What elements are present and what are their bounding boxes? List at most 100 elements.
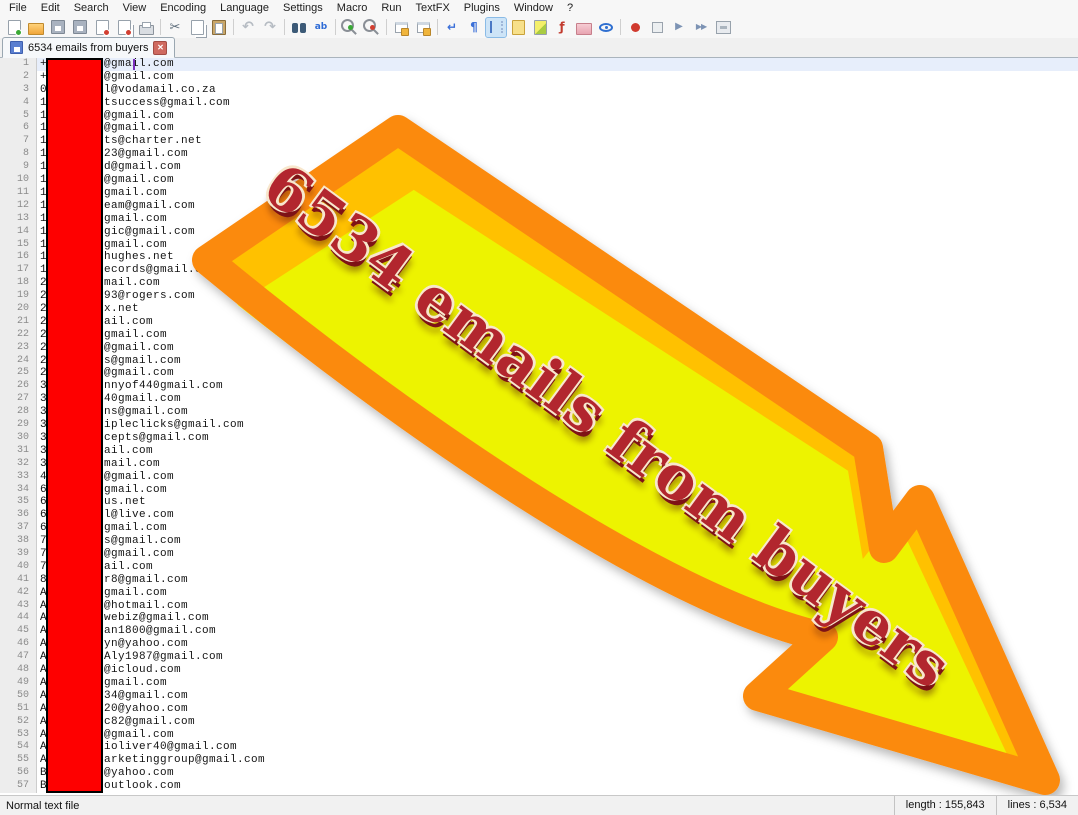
show-all-characters-icon[interactable]: ¶ (464, 18, 484, 37)
menu-run[interactable]: Run (374, 0, 408, 16)
editor-line[interactable]: 51@gmail.com (0, 110, 1078, 123)
close-icon[interactable] (92, 18, 112, 37)
editor-line[interactable]: 27340gmail.com (0, 393, 1078, 406)
sync-vertical-scroll-icon[interactable] (391, 18, 411, 37)
editor-line[interactable]: 346gmail.com (0, 484, 1078, 497)
show-indent-guide-icon[interactable] (486, 18, 506, 37)
monitoring-icon[interactable] (596, 18, 616, 37)
open-file-icon[interactable] (26, 18, 46, 37)
editor-line[interactable]: 91d@gmail.com (0, 161, 1078, 174)
macro-stop-icon[interactable] (647, 18, 667, 37)
editor-line[interactable]: 41tsuccess@gmail.com (0, 97, 1078, 110)
menu-edit[interactable]: Edit (34, 0, 67, 16)
function-list-icon[interactable]: ƒ (552, 18, 572, 37)
editor-line[interactable]: 212ail.com (0, 316, 1078, 329)
editor-line[interactable]: 42Agmail.com (0, 587, 1078, 600)
editor-line[interactable]: 8123@gmail.com (0, 148, 1078, 161)
editor-line[interactable]: 121eam@gmail.com (0, 200, 1078, 213)
editor-line[interactable]: 61@gmail.com (0, 122, 1078, 135)
tab-close-icon[interactable]: ✕ (153, 41, 167, 55)
editor-line[interactable]: 30l@vodamail.co.za (0, 84, 1078, 97)
editor-line[interactable]: 48A@icloud.com (0, 664, 1078, 677)
editor-line[interactable]: 323mail.com (0, 458, 1078, 471)
editor-line[interactable]: 1+@gmail.com (0, 58, 1078, 71)
editor-line[interactable]: 56B@yahoo.com (0, 767, 1078, 780)
editor-line[interactable]: 54Aioliver40@gmail.com (0, 741, 1078, 754)
editor-line[interactable]: 43A@hotmail.com (0, 600, 1078, 613)
menu-textfx[interactable]: TextFX (409, 0, 457, 16)
doc-switcher-icon[interactable] (508, 18, 528, 37)
editor-line[interactable]: 55Aarketinggroup@gmail.com (0, 754, 1078, 767)
editor-line[interactable]: 387s@gmail.com (0, 535, 1078, 548)
editor-line[interactable]: 313ail.com (0, 445, 1078, 458)
redo-icon[interactable]: ↷ (260, 18, 280, 37)
find-icon[interactable] (289, 18, 309, 37)
editor-line[interactable]: 293ipleclicks@gmail.com (0, 419, 1078, 432)
editor-line[interactable]: 57Boutlook.com (0, 780, 1078, 793)
menu-[interactable]: ? (560, 0, 580, 16)
editor-line[interactable]: 303cepts@gmail.com (0, 432, 1078, 445)
editor-line[interactable]: 50A34@gmail.com (0, 690, 1078, 703)
editor-line[interactable]: 407ail.com (0, 561, 1078, 574)
menu-macro[interactable]: Macro (330, 0, 375, 16)
tab-6534-emails-from-buyers[interactable]: 6534 emails from buyers ✕ (2, 37, 175, 58)
editor-line[interactable]: 19293@rogers.com (0, 290, 1078, 303)
undo-icon[interactable]: ↶ (238, 18, 258, 37)
close-all-icon[interactable] (114, 18, 134, 37)
print-icon[interactable] (136, 18, 156, 37)
editor-line[interactable]: 53A@gmail.com (0, 729, 1078, 742)
editor-line[interactable]: 51A20@yahoo.com (0, 703, 1078, 716)
new-file-icon[interactable] (4, 18, 24, 37)
editor-line[interactable]: 171ecords@gmail.com (0, 264, 1078, 277)
editor-line[interactable]: 252@gmail.com (0, 367, 1078, 380)
menu-view[interactable]: View (116, 0, 154, 16)
editor-line[interactable]: 101@gmail.com (0, 174, 1078, 187)
text-editor[interactable]: 1+@gmail.com2+@gmail.com30l@vodamail.co.… (0, 58, 1078, 793)
word-wrap-icon[interactable]: ↵ (442, 18, 462, 37)
editor-line[interactable]: 52Ac82@gmail.com (0, 716, 1078, 729)
editor-line[interactable]: 182mail.com (0, 277, 1078, 290)
editor-line[interactable]: 45Aan1800@gmail.com (0, 625, 1078, 638)
editor-line[interactable]: 418r8@gmail.com (0, 574, 1078, 587)
cut-icon[interactable]: ✂ (165, 18, 185, 37)
editor-line[interactable]: 232@gmail.com (0, 342, 1078, 355)
menu-settings[interactable]: Settings (276, 0, 330, 16)
editor-line[interactable]: 2+@gmail.com (0, 71, 1078, 84)
editor-line[interactable]: 49Agmail.com (0, 677, 1078, 690)
menu-plugins[interactable]: Plugins (457, 0, 507, 16)
macro-save-icon[interactable] (713, 18, 733, 37)
editor-line[interactable]: 366l@live.com (0, 509, 1078, 522)
editor-line[interactable]: 141gic@gmail.com (0, 226, 1078, 239)
macro-record-icon[interactable] (625, 18, 645, 37)
editor-line[interactable]: 356us.net (0, 496, 1078, 509)
document-map-icon[interactable] (530, 18, 550, 37)
save-all-icon[interactable] (70, 18, 90, 37)
zoom-out-icon[interactable] (362, 18, 382, 37)
editor-line[interactable]: 376gmail.com (0, 522, 1078, 535)
editor-line[interactable]: 222gmail.com (0, 329, 1078, 342)
editor-line[interactable]: 161hughes.net (0, 251, 1078, 264)
editor-line[interactable]: 283ns@gmail.com (0, 406, 1078, 419)
copy-icon[interactable] (187, 18, 207, 37)
zoom-in-icon[interactable] (340, 18, 360, 37)
macro-play-icon[interactable]: ▶ (669, 18, 689, 37)
menu-language[interactable]: Language (213, 0, 276, 16)
editor-line[interactable]: 131gmail.com (0, 213, 1078, 226)
menu-search[interactable]: Search (67, 0, 116, 16)
editor-line[interactable]: 202x.net (0, 303, 1078, 316)
menu-window[interactable]: Window (507, 0, 560, 16)
paste-icon[interactable] (209, 18, 229, 37)
sync-horizontal-scroll-icon[interactable] (413, 18, 433, 37)
editor-line[interactable]: 111gmail.com (0, 187, 1078, 200)
editor-line[interactable]: 47AAly1987@gmail.com (0, 651, 1078, 664)
editor-line[interactable]: 334@gmail.com (0, 471, 1078, 484)
replace-icon[interactable]: ab (311, 18, 331, 37)
editor-line[interactable]: 263nnyof440gmail.com (0, 380, 1078, 393)
macro-run-multiple-icon[interactable]: ▶▶ (691, 18, 711, 37)
editor-line[interactable]: 46Ayn@yahoo.com (0, 638, 1078, 651)
editor-line[interactable]: 242s@gmail.com (0, 355, 1078, 368)
folder-as-workspace-icon[interactable] (574, 18, 594, 37)
editor-line[interactable]: 151gmail.com (0, 239, 1078, 252)
menu-encoding[interactable]: Encoding (153, 0, 213, 16)
editor-line[interactable]: 44Awebiz@gmail.com (0, 612, 1078, 625)
